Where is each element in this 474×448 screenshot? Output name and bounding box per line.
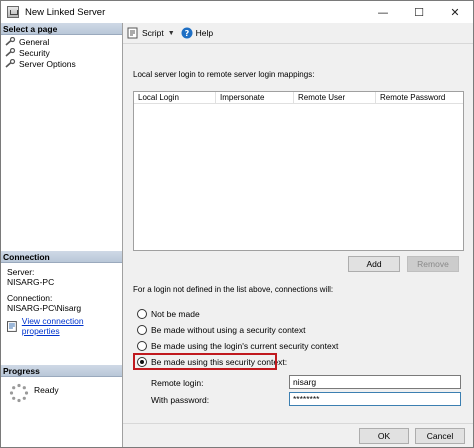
remove-button[interactable]: Remove [407,256,459,272]
remote-login-input[interactable]: nisarg [289,375,461,389]
minimize-button[interactable]: — [365,1,401,23]
toolbar: Script ▼ ? Help [123,23,473,44]
radio-without-security-context[interactable]: Be made without using a security context [137,325,306,335]
svg-text:?: ? [184,29,189,38]
password-label: With password: [151,395,210,405]
script-icon [127,27,138,39]
left-pane: Select a page General Security Server Op… [1,23,123,447]
maximize-button[interactable]: ☐ [401,1,437,23]
script-label: Script [142,28,164,38]
connection-header: Connection [1,251,122,263]
column-header[interactable]: Remote User [294,92,376,103]
radio-label: Not be made [151,309,200,319]
progress-spinner-icon [9,383,29,403]
dialog-footer: OK Cancel [123,423,473,447]
window-title: New Linked Server [25,6,106,18]
remote-login-label: Remote login: [151,378,204,388]
server-value: NISARG-PC [7,277,55,287]
progress-header: Progress [1,365,122,377]
title-bar: New Linked Server — ☐ ✕ [1,1,473,23]
connection-label: Connection: [7,293,53,303]
grid-header: Local Login Impersonate Remote User Remo… [134,92,463,104]
page-item-security[interactable]: Security [5,47,122,58]
page-item-general[interactable]: General [5,36,122,47]
help-icon: ? [181,27,193,39]
new-linked-server-dialog: New Linked Server — ☐ ✕ Select a page Ge… [0,0,474,448]
column-header[interactable]: Remote Password [376,92,463,103]
page-item-label: Security [19,47,50,58]
select-page-header: Select a page [1,23,122,35]
radio-label: Be made without using a security context [151,325,306,335]
security-page: Script ▼ ? Help Local server login to re… [123,23,473,423]
radio-label: Be made using the login's current securi… [151,341,339,351]
radio-button[interactable] [137,341,147,351]
page-item-label: General [19,36,50,47]
help-button[interactable]: ? Help [181,27,213,39]
radio-button[interactable] [137,309,147,319]
login-mappings-grid[interactable]: Local Login Impersonate Remote User Remo… [133,91,464,251]
column-header[interactable]: Local Login [134,92,216,103]
password-input[interactable]: ******** [289,392,461,406]
page-item-label: Server Options [19,58,76,69]
wrench-icon [5,36,16,46]
ok-button[interactable]: OK [359,428,409,444]
page-list: General Security Server Options [1,35,122,69]
radio-button[interactable] [137,325,147,335]
progress-section: Progress Ready [1,365,122,403]
progress-status: Ready [34,385,59,395]
help-label: Help [195,28,214,38]
server-app-icon [7,6,19,18]
wrench-icon [5,58,16,68]
radio-current-security-context[interactable]: Be made using the login's current securi… [137,341,338,351]
wrench-icon [5,47,16,57]
page-item-server-options[interactable]: Server Options [5,58,122,69]
chevron-down-icon[interactable]: ▼ [168,30,175,37]
script-button[interactable]: Script ▼ [127,27,175,39]
add-button[interactable]: Add [348,256,400,272]
server-label: Server: [7,267,35,277]
mappings-label: Local server login to remote server logi… [133,70,315,79]
radio-not-be-made[interactable]: Not be made [137,309,200,319]
connection-section: Connection Server: NISARG-PC Connection:… [1,251,122,336]
column-header[interactable]: Impersonate [216,92,294,103]
cancel-button[interactable]: Cancel [415,428,465,444]
connection-value: NISARG-PC\Nisarg [7,303,82,313]
close-button[interactable]: ✕ [437,1,473,23]
highlight-box [133,353,277,370]
properties-icon [7,320,17,332]
view-connection-properties-link[interactable]: View connection properties [22,316,122,336]
policy-description: For a login not defined in the list abov… [133,285,334,294]
